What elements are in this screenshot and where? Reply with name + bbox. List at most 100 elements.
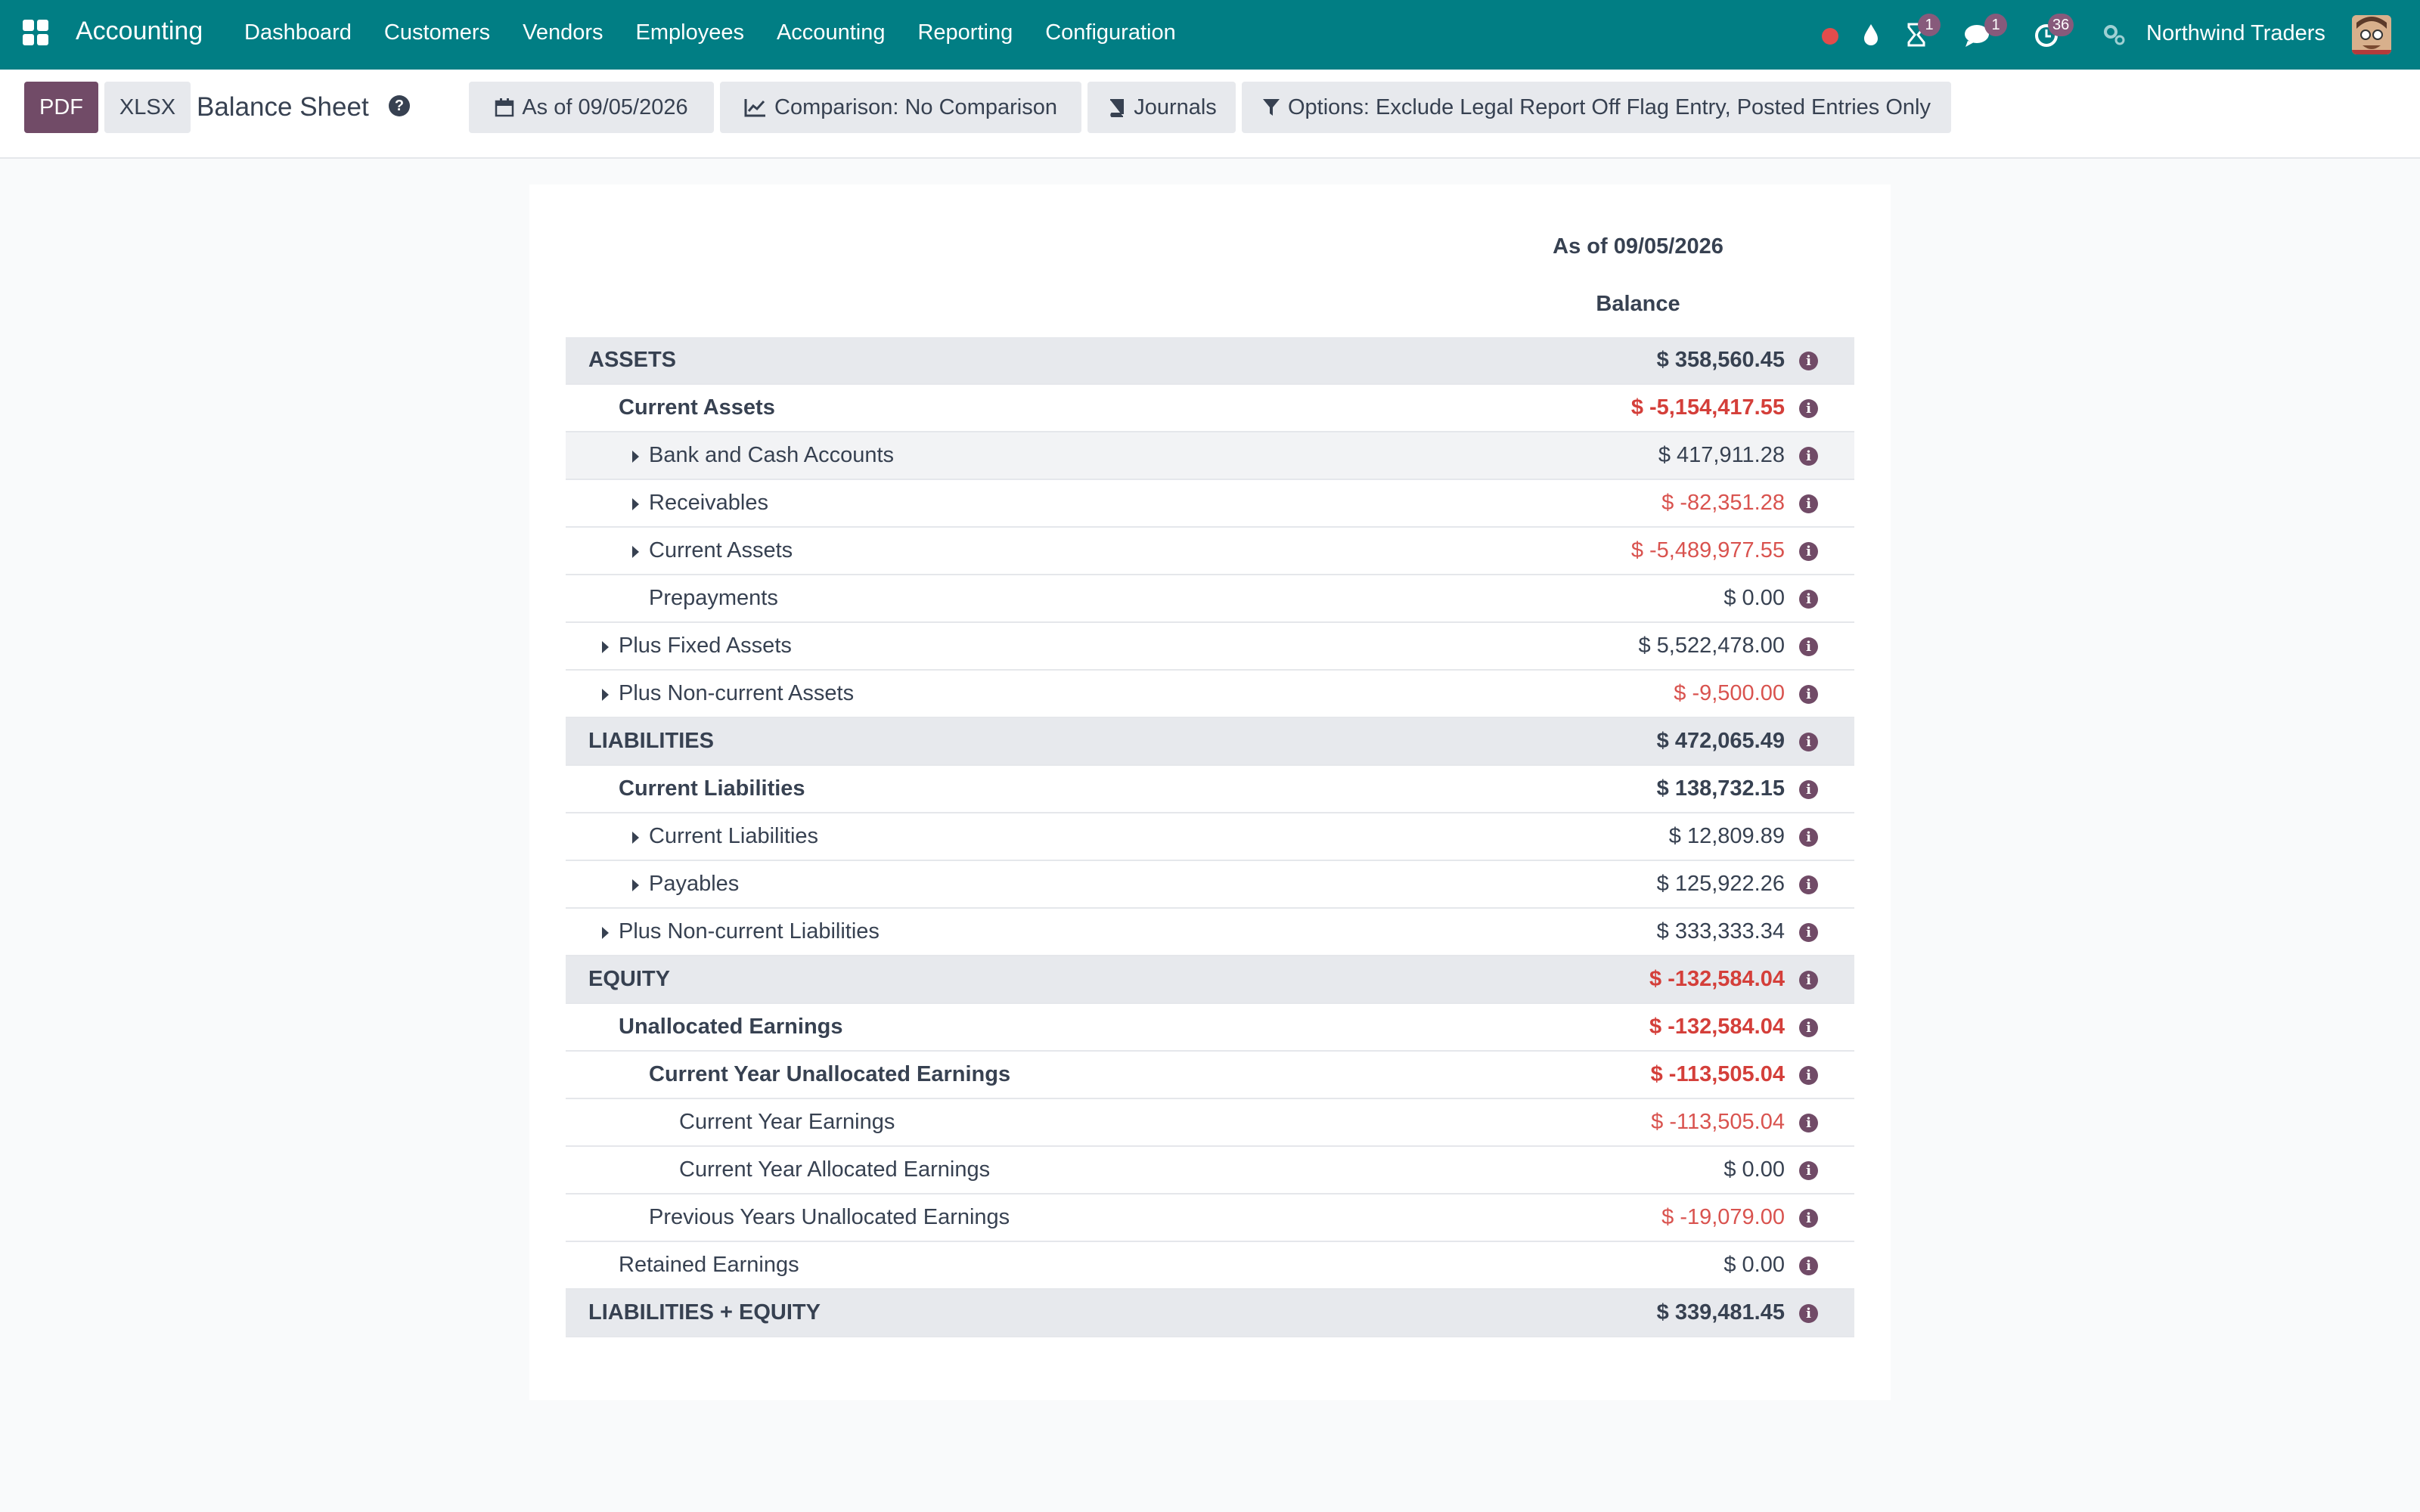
menu-item-vendors[interactable]: Vendors (523, 20, 603, 45)
report-line[interactable]: Payables $ 125,922.26 i (566, 861, 1854, 909)
report-line-label: Unallocated Earnings (619, 1015, 843, 1039)
report-line: Unallocated Earnings $ -132,584.04 i (566, 1004, 1854, 1052)
messages-chat-icon[interactable]: 1 (1963, 14, 2007, 48)
info-icon[interactable]: i (1799, 828, 1818, 847)
info-icon[interactable]: i (1799, 1256, 1818, 1275)
caret-right-icon[interactable] (632, 498, 639, 510)
info-icon[interactable]: i (1799, 1066, 1818, 1085)
report-line-label: Plus Non-current Liabilities (619, 919, 880, 943)
report-line-label: LIABILITIES (588, 729, 714, 753)
info-icon[interactable]: i (1799, 1161, 1818, 1180)
activities-hourglass-icon[interactable]: 1 (1903, 14, 1941, 48)
apps-menu-icon[interactable] (23, 20, 48, 45)
report-line[interactable]: Bank and Cash Accounts $ 417,911.28 i (566, 432, 1854, 480)
info-icon[interactable]: i (1799, 1114, 1818, 1132)
report-line-amount[interactable]: $ 138,732.15 (1657, 766, 1785, 812)
date-filter-button[interactable]: As of 09/05/2026 (469, 82, 714, 133)
info-icon[interactable]: i (1799, 637, 1818, 656)
report-line-label: Prepayments (649, 586, 778, 610)
caret-right-icon[interactable] (602, 927, 609, 939)
report-line-amount[interactable]: $ -82,351.28 (1661, 480, 1785, 526)
menu-item-dashboard[interactable]: Dashboard (244, 20, 352, 45)
pdf-export-button[interactable]: PDF (24, 82, 98, 133)
info-icon[interactable]: i (1799, 542, 1818, 561)
report-line: LIABILITIES $ 472,065.49 i (566, 718, 1854, 766)
info-icon[interactable]: i (1799, 971, 1818, 990)
report-line-label: Bank and Cash Accounts (649, 443, 895, 467)
report-line-label: Current Assets (619, 395, 775, 420)
info-icon[interactable]: i (1799, 733, 1818, 751)
updates-clock-icon[interactable]: 36 (2033, 14, 2074, 48)
report-line-amount[interactable]: $ 339,481.45 (1657, 1290, 1785, 1336)
report-line-amount[interactable]: $ -5,489,977.55 (1631, 528, 1785, 574)
xlsx-export-button[interactable]: XLSX (104, 82, 191, 133)
menu-item-employees[interactable]: Employees (636, 20, 744, 45)
info-icon[interactable]: i (1799, 447, 1818, 466)
report-line[interactable]: Plus Fixed Assets $ 5,522,478.00 i (566, 623, 1854, 671)
report-line-amount[interactable]: $ 0.00 (1723, 575, 1785, 621)
info-icon[interactable]: i (1799, 399, 1818, 418)
caret-right-icon[interactable] (632, 832, 639, 844)
caret-right-icon[interactable] (632, 546, 639, 558)
options-filter-button[interactable]: Options: Exclude Legal Report Off Flag E… (1242, 82, 1951, 133)
report-line[interactable]: Current Assets $ -5,489,977.55 i (566, 528, 1854, 575)
app-brand[interactable]: Accounting (76, 17, 203, 46)
report-line-amount[interactable]: $ -5,154,417.55 (1631, 385, 1785, 431)
droplet-icon[interactable] (1857, 21, 1885, 48)
menu-item-accounting[interactable]: Accounting (777, 20, 886, 45)
report-line-amount[interactable]: $ 125,922.26 (1657, 861, 1785, 907)
info-icon[interactable]: i (1799, 685, 1818, 704)
info-icon[interactable]: i (1799, 1018, 1818, 1037)
caret-right-icon[interactable] (632, 451, 639, 463)
help-question-icon[interactable]: ? (389, 95, 410, 116)
report-line-amount[interactable]: $ 0.00 (1723, 1242, 1785, 1288)
report-line-amount[interactable]: $ 12,809.89 (1669, 813, 1785, 860)
report-line-amount[interactable]: $ 0.00 (1723, 1147, 1785, 1193)
report-line-label: Plus Fixed Assets (619, 634, 792, 658)
report-line-amount[interactable]: $ 472,065.49 (1657, 718, 1785, 764)
report-line[interactable]: Plus Non-current Liabilities $ 333,333.34… (566, 909, 1854, 956)
company-switcher[interactable]: Northwind Traders (2146, 21, 2325, 46)
report-line[interactable]: Plus Non-current Assets $ -9,500.00 i (566, 671, 1854, 718)
page-title: Balance Sheet (197, 92, 369, 122)
info-icon[interactable]: i (1799, 494, 1818, 513)
info-icon[interactable]: i (1799, 590, 1818, 609)
comparison-filter-button[interactable]: Comparison: No Comparison (720, 82, 1081, 133)
report-line[interactable]: Current Liabilities $ 12,809.89 i (566, 813, 1854, 861)
main-menu: Dashboard Customers Vendors Employees Ac… (244, 20, 1208, 45)
report-line[interactable]: Receivables $ -82,351.28 i (566, 480, 1854, 528)
menu-item-reporting[interactable]: Reporting (917, 20, 1013, 45)
info-icon[interactable]: i (1799, 923, 1818, 942)
journals-filter-button[interactable]: Journals (1087, 82, 1236, 133)
line-chart-icon (744, 99, 766, 117)
report-line-amount[interactable]: $ -9,500.00 (1674, 671, 1785, 717)
info-icon[interactable]: i (1799, 352, 1818, 370)
info-icon[interactable]: i (1799, 875, 1818, 894)
report-line-amount[interactable]: $ -132,584.04 (1649, 956, 1785, 1002)
report-line-label: Current Year Unallocated Earnings (649, 1062, 1011, 1086)
settings-gears-icon[interactable] (2101, 21, 2128, 48)
report-line-label: Receivables (649, 491, 768, 515)
caret-right-icon[interactable] (632, 879, 639, 891)
info-icon[interactable]: i (1799, 1304, 1818, 1323)
menu-item-customers[interactable]: Customers (384, 20, 490, 45)
user-avatar[interactable] (2352, 15, 2391, 54)
report-line-label: LIABILITIES + EQUITY (588, 1300, 821, 1325)
report-line-amount[interactable]: $ -132,584.04 (1649, 1004, 1785, 1050)
report-line-amount[interactable]: $ 417,911.28 (1658, 432, 1785, 479)
info-icon[interactable]: i (1799, 780, 1818, 799)
info-icon[interactable]: i (1799, 1209, 1818, 1228)
report-line-label: Current Year Allocated Earnings (679, 1157, 991, 1182)
report-line-amount[interactable]: $ 5,522,478.00 (1638, 623, 1785, 669)
report-line-amount[interactable]: $ -19,079.00 (1661, 1194, 1785, 1241)
caret-right-icon[interactable] (602, 689, 609, 701)
recording-dot-icon[interactable] (1817, 21, 1844, 48)
report-line-label: Current Liabilities (619, 776, 805, 801)
report-line-amount[interactable]: $ -113,505.04 (1651, 1099, 1785, 1145)
report-line-amount[interactable]: $ 358,560.45 (1657, 337, 1785, 383)
menu-item-configuration[interactable]: Configuration (1045, 20, 1176, 45)
book-icon (1110, 99, 1125, 117)
caret-right-icon[interactable] (602, 641, 609, 653)
report-line-amount[interactable]: $ -113,505.04 (1651, 1052, 1785, 1098)
report-line-amount[interactable]: $ 333,333.34 (1657, 909, 1785, 955)
